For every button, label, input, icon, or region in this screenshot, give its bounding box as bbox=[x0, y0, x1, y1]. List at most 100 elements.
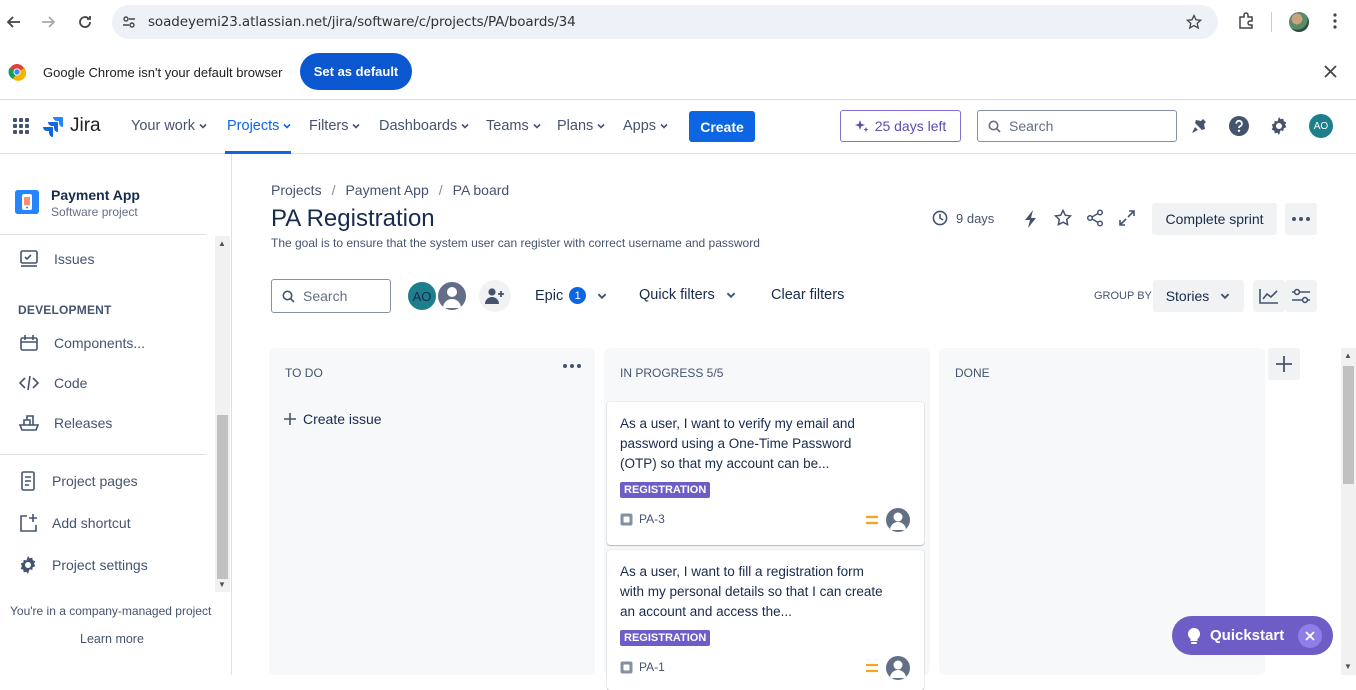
nav-label: Plans bbox=[557, 118, 594, 134]
epic-label-badge: REGISTRATION bbox=[620, 482, 711, 498]
board-search-input[interactable]: Search bbox=[271, 279, 391, 313]
help-icon[interactable] bbox=[1229, 116, 1249, 136]
browser-menu-icon[interactable] bbox=[1326, 12, 1344, 30]
chevron-down-icon bbox=[726, 292, 736, 299]
close-icon[interactable] bbox=[1298, 624, 1322, 648]
address-bar[interactable]: soadeyemi23.atlassian.net/jira/software/… bbox=[112, 5, 1218, 39]
assignee-avatar[interactable] bbox=[886, 508, 910, 532]
settings-gear-icon[interactable] bbox=[1269, 116, 1289, 136]
extensions-icon[interactable] bbox=[1237, 12, 1255, 30]
more-horizontal-icon bbox=[1292, 217, 1310, 221]
sidebar-item-releases[interactable]: Releases bbox=[18, 414, 112, 432]
sidebar-item-code[interactable]: Code bbox=[18, 374, 87, 392]
issue-card[interactable]: As a user, I want to verify my email and… bbox=[607, 402, 924, 545]
sidebar-divider bbox=[0, 234, 206, 235]
app-switcher-icon[interactable] bbox=[12, 117, 30, 135]
close-icon[interactable] bbox=[1324, 65, 1337, 78]
quick-filters[interactable]: Quick filters bbox=[639, 287, 737, 303]
story-type-icon bbox=[620, 513, 633, 525]
scrollbar-thumb[interactable] bbox=[1343, 366, 1354, 484]
breadcrumb-separator: / bbox=[331, 182, 336, 198]
main-scrollbar[interactable]: ▲ ▼ bbox=[1341, 348, 1356, 675]
sidebar-item-add-shortcut[interactable]: Add shortcut bbox=[18, 513, 131, 533]
project-pages-icon bbox=[21, 471, 35, 491]
site-info-icon[interactable] bbox=[122, 15, 136, 29]
create-button[interactable]: Create bbox=[689, 111, 755, 142]
scroll-down-arrow-icon[interactable]: ▼ bbox=[218, 580, 226, 589]
trial-days-button[interactable]: 25 days left bbox=[840, 110, 961, 142]
create-issue-label: Create issue bbox=[303, 411, 382, 427]
nav-label: Your work bbox=[131, 118, 195, 134]
more-actions-button[interactable] bbox=[1285, 203, 1317, 235]
breadcrumb-pa-board[interactable]: PA board bbox=[453, 182, 510, 198]
add-column-button[interactable] bbox=[1268, 348, 1300, 380]
priority-medium-icon bbox=[865, 514, 879, 526]
assignee-avatar[interactable] bbox=[886, 656, 910, 680]
quickstart-label: Quickstart bbox=[1210, 627, 1285, 644]
chevron-down-icon bbox=[597, 293, 607, 299]
quickstart-button[interactable]: Quickstart bbox=[1172, 616, 1333, 655]
forward-icon[interactable] bbox=[38, 12, 58, 32]
insights-button[interactable] bbox=[1253, 280, 1285, 312]
profile-avatar[interactable] bbox=[1289, 12, 1309, 32]
issue-key[interactable]: PA-1 bbox=[620, 660, 665, 674]
nav-projects[interactable]: Projects bbox=[227, 118, 292, 134]
scroll-up-arrow-icon[interactable]: ▲ bbox=[218, 239, 226, 248]
nav-filters[interactable]: Filters bbox=[309, 118, 361, 134]
star-icon[interactable] bbox=[1054, 209, 1072, 227]
notifications-icon[interactable] bbox=[1189, 116, 1209, 136]
scroll-up-arrow-icon[interactable]: ▲ bbox=[1344, 351, 1352, 360]
user-avatar[interactable]: AO bbox=[1309, 114, 1333, 138]
create-issue-button[interactable]: Create issue bbox=[283, 411, 382, 427]
chrome-logo-icon bbox=[8, 63, 26, 81]
url-text[interactable]: soadeyemi23.atlassian.net/jira/software/… bbox=[148, 14, 576, 30]
card-summary: As a user, I want to fill a registration… bbox=[620, 564, 883, 619]
sidebar-item-project-pages[interactable]: Project pages bbox=[18, 471, 138, 491]
unassigned-avatar[interactable] bbox=[436, 280, 468, 312]
breadcrumb-payment-app[interactable]: Payment App bbox=[345, 182, 428, 198]
project-avatar-icon[interactable] bbox=[15, 190, 39, 214]
days-remaining[interactable]: 9 days bbox=[932, 210, 994, 226]
assignee-filter-avatar[interactable]: AO bbox=[406, 280, 438, 312]
nav-your-work[interactable]: Your work bbox=[131, 118, 208, 134]
chart-icon bbox=[1259, 289, 1278, 304]
group-by-select[interactable]: Stories bbox=[1153, 280, 1244, 312]
epic-filter[interactable]: Epic 1 bbox=[535, 287, 608, 304]
bookmark-star-icon[interactable] bbox=[1186, 14, 1202, 30]
sidebar-item-components[interactable]: Components... bbox=[18, 334, 145, 352]
clear-filters-button[interactable]: Clear filters bbox=[771, 287, 844, 303]
scrollbar-thumb[interactable] bbox=[217, 415, 228, 579]
priority-medium-icon bbox=[865, 662, 879, 674]
nav-apps[interactable]: Apps bbox=[623, 118, 669, 134]
breadcrumb: Projects / Payment App / PA board bbox=[271, 182, 509, 198]
nav-plans[interactable]: Plans bbox=[557, 118, 606, 134]
epic-label-badge: REGISTRATION bbox=[620, 630, 711, 646]
issue-key[interactable]: PA-3 bbox=[620, 512, 665, 526]
jira-logo[interactable]: Jira bbox=[42, 115, 101, 137]
breadcrumb-projects[interactable]: Projects bbox=[271, 182, 322, 198]
set-default-button[interactable]: Set as default bbox=[300, 53, 412, 90]
scroll-down-arrow-icon[interactable]: ▼ bbox=[1344, 662, 1352, 671]
fullscreen-icon[interactable] bbox=[1118, 209, 1136, 227]
nav-dashboards[interactable]: Dashboards bbox=[379, 118, 470, 134]
nav-teams[interactable]: Teams bbox=[486, 118, 542, 134]
reload-icon[interactable] bbox=[75, 12, 95, 32]
add-people-button[interactable] bbox=[479, 280, 511, 312]
back-icon[interactable] bbox=[4, 12, 24, 32]
project-name[interactable]: Payment App bbox=[51, 187, 140, 203]
issue-card[interactable]: As a user, I want to fill a registration… bbox=[607, 550, 924, 690]
breadcrumb-separator: / bbox=[438, 182, 443, 198]
learn-more-link[interactable]: Learn more bbox=[80, 632, 144, 646]
share-icon[interactable] bbox=[1086, 209, 1104, 227]
sidebar-item-issues[interactable]: Issues bbox=[18, 250, 94, 268]
product-name: Jira bbox=[70, 115, 101, 136]
view-settings-button[interactable] bbox=[1285, 280, 1317, 312]
global-search-input[interactable]: Search bbox=[977, 110, 1177, 142]
lightning-icon[interactable] bbox=[1022, 209, 1040, 229]
complete-sprint-button[interactable]: Complete sprint bbox=[1152, 203, 1277, 235]
column-more-icon[interactable] bbox=[563, 364, 581, 368]
nav-label: Apps bbox=[623, 118, 657, 134]
sidebar-item-project-settings[interactable]: Project settings bbox=[18, 555, 148, 575]
sidebar-scrollbar[interactable]: ▲ ▼ bbox=[215, 236, 230, 592]
group-by-label: GROUP BY bbox=[1094, 290, 1152, 302]
